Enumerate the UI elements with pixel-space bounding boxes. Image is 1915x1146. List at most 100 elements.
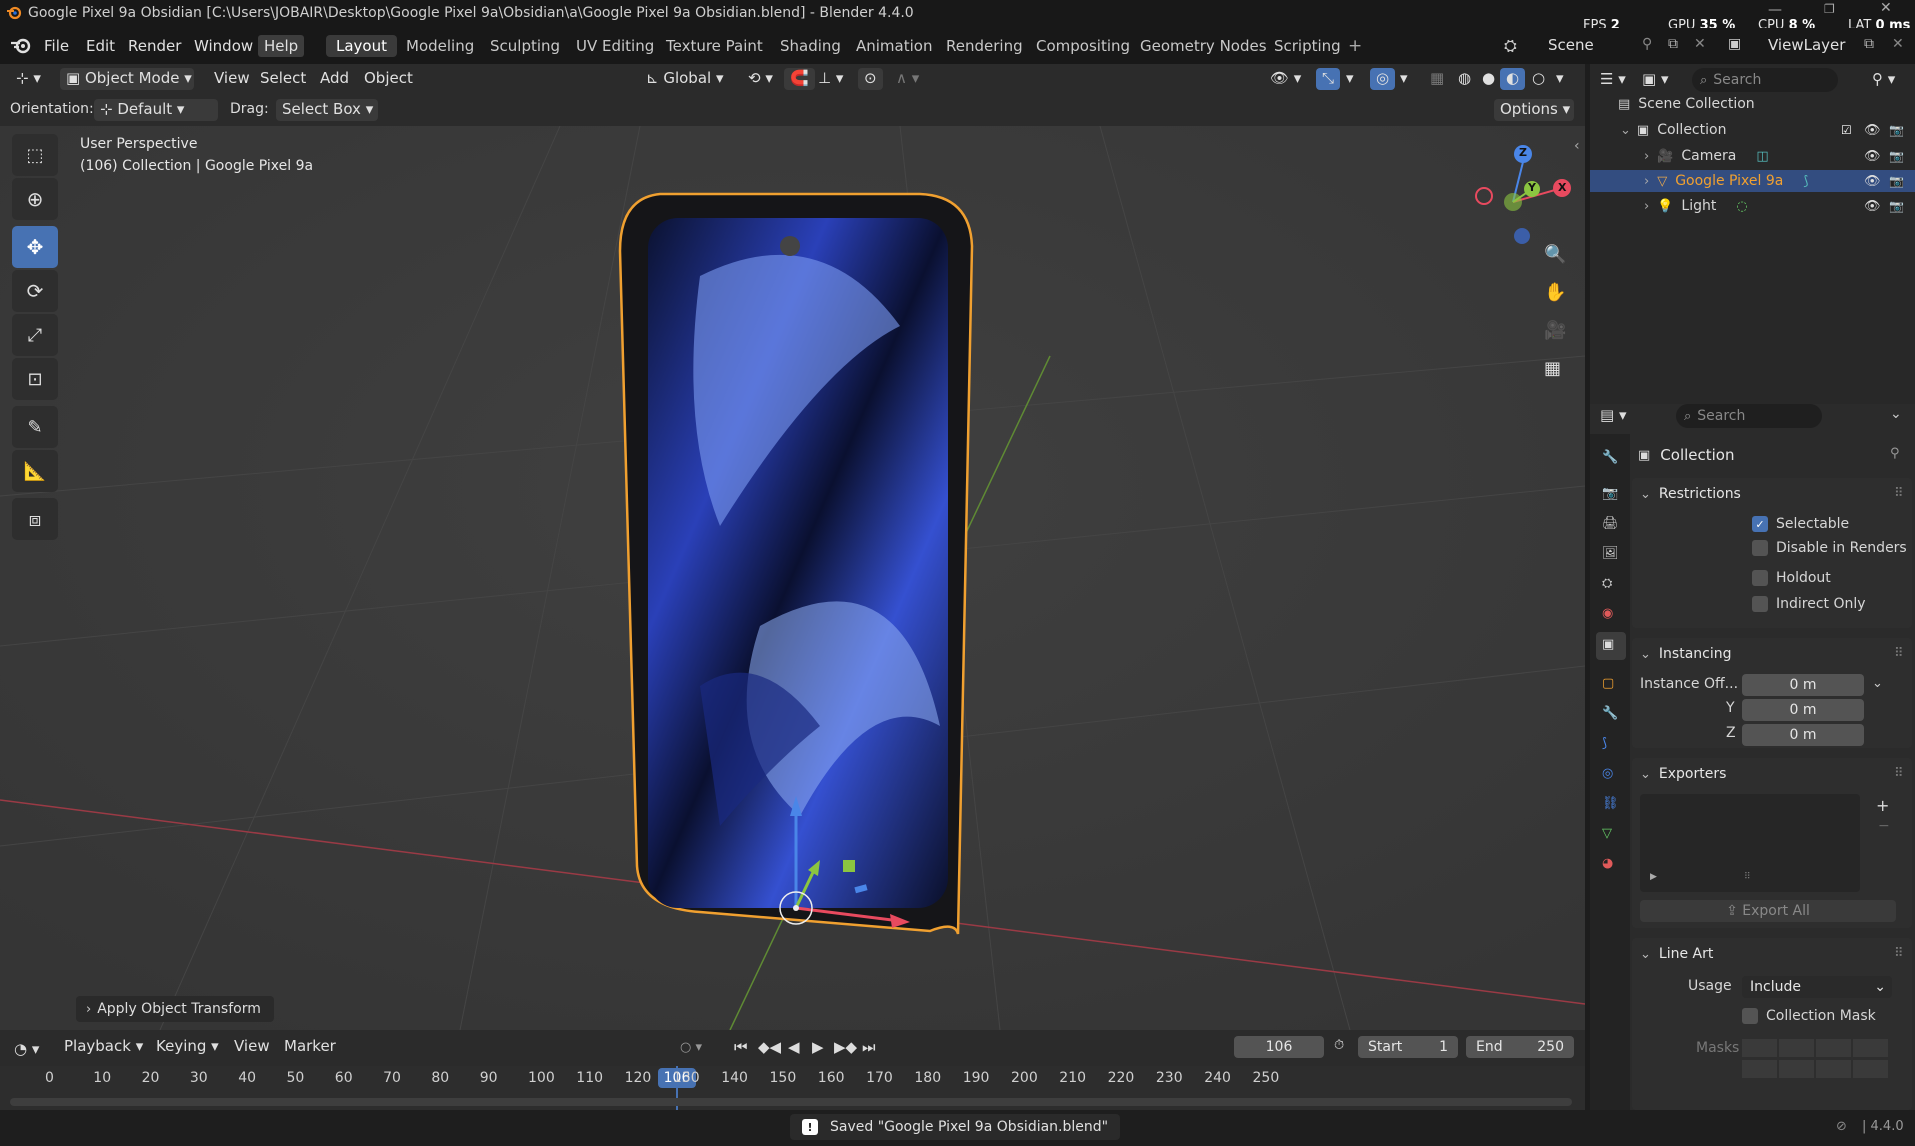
view-layer-tab-icon[interactable]: 🖼 [1602,546,1619,561]
3d-viewport[interactable]: User Perspective (106) Collection | Goog… [0,126,1585,1030]
overlay-toggle-icon[interactable]: ◎ [1370,68,1396,90]
tool-tab-icon[interactable]: 🔧 [1602,450,1618,465]
shading-dropdown-icon[interactable]: ▾ [1550,68,1570,90]
current-frame-field[interactable]: 106 [1234,1036,1324,1058]
scene-tab-icon[interactable]: ⛭ [1602,576,1612,591]
annotate-tool[interactable]: ✎ [12,406,58,448]
collection-row[interactable]: ⌄ ▣ Collection ☑ 👁 📷 [1590,120,1915,140]
physics-tab-icon[interactable]: ◎ [1602,766,1613,781]
holdout-row[interactable]: Holdout [1752,570,1831,586]
chevron-down-icon[interactable]: ⌄ [1872,676,1883,691]
mask-cell[interactable] [1779,1059,1814,1078]
xray-icon[interactable]: ▦ [1424,68,1450,90]
gizmo-dropdown-icon[interactable]: ▾ [1340,68,1360,90]
world-tab-icon[interactable]: ◉ [1602,606,1613,621]
usage-dropdown[interactable]: Include ⌄ [1742,976,1892,998]
tab-modeling[interactable]: Modeling [396,35,484,57]
menu-help[interactable]: Help [258,35,305,57]
outliner-editor-icon[interactable]: ☰ ▾ [1600,70,1626,88]
play-icon[interactable]: ▶ [812,1038,824,1056]
drag-handle-icon[interactable]: ⠿ [1894,946,1904,961]
tab-compositing[interactable]: Compositing [1026,35,1140,57]
maximize-icon[interactable]: ❐ [1824,2,1835,16]
indirect-only-checkbox[interactable] [1752,596,1768,612]
scene-icon[interactable]: ⛭ [1504,36,1517,56]
drag-handle-icon[interactable]: ⠿ [1894,646,1904,661]
delete-scene-icon[interactable]: ✕ [1694,36,1706,52]
solid-shading-icon[interactable]: ● [1476,68,1501,90]
tab-animation[interactable]: Animation [846,35,942,57]
data-tab-icon[interactable]: ▽ [1602,826,1612,841]
tab-texture-paint[interactable]: Texture Paint [656,35,773,57]
visibility-eye-icon[interactable]: 👁 [1864,174,1881,189]
menu-edit[interactable]: Edit [80,35,121,57]
next-keyframe-icon[interactable]: ▶◆ [834,1038,857,1056]
pivot-point-icon[interactable]: ⟲ ▾ [742,68,779,90]
pin-icon[interactable]: ⚲ [1642,36,1652,52]
marker-menu[interactable]: Marker [278,1036,342,1058]
mask-cell[interactable] [1816,1038,1851,1057]
render-camera-icon[interactable]: 📷 [1889,149,1904,163]
render-camera-icon[interactable]: 📷 [1889,174,1904,188]
material-preview-icon[interactable]: ◐ [1500,68,1526,90]
disable-in-renders-checkbox[interactable] [1752,540,1768,556]
last-operator-panel[interactable]: › Apply Object Transform [76,996,274,1022]
restrictions-header[interactable]: ⌄ Restrictions [1640,486,1741,502]
modifier-tab-icon[interactable]: 🔧 [1602,706,1618,721]
add-workspace-icon[interactable]: + [1348,36,1362,56]
list-expand-icon[interactable]: ▶ [1650,872,1657,882]
zoom-icon[interactable]: 🔍 [1544,244,1566,265]
scene-name[interactable]: Scene [1548,36,1594,54]
drag-dropdown[interactable]: Select Box ▾ [276,99,378,121]
material-tab-icon[interactable]: ◕ [1602,856,1613,871]
ortho-toggle-icon[interactable]: ▦ [1544,358,1561,379]
visibility-eye-icon[interactable]: 👁 [1864,123,1881,138]
exporters-list[interactable]: ▶ ⠿ [1640,794,1860,892]
minimize-icon[interactable]: — [1768,2,1782,18]
output-tab-icon[interactable]: 🖨 [1602,516,1619,531]
remove-exporter-icon[interactable]: − [1878,818,1890,834]
pin-icon[interactable]: ⚲ [1890,446,1900,461]
overlay-dropdown-icon[interactable]: ▾ [1394,68,1414,90]
add-exporter-icon[interactable]: + [1876,796,1889,815]
rotate-tool[interactable]: ⟳ [12,270,58,312]
tab-layout[interactable]: Layout [326,35,397,57]
visibility-eye-icon[interactable]: 👁 [1864,199,1881,214]
instance-offset-x-field[interactable]: 0 m [1742,674,1864,696]
rendered-shading-icon[interactable]: ○ [1526,68,1551,90]
instance-offset-z-field[interactable]: 0 m [1742,724,1864,746]
wireframe-shading-icon[interactable]: ◍ [1452,68,1477,90]
editor-type-icon[interactable]: ⊹ ▾ [10,68,47,90]
object-tab-icon[interactable]: ▢ [1602,676,1614,691]
instance-offset-y-field[interactable]: 0 m [1742,699,1864,721]
timeline-editor-icon[interactable]: ◔ ▾ [14,1040,39,1058]
exclude-checkbox-icon[interactable]: ☑ [1841,123,1852,137]
snap-target-icon[interactable]: ⊥ ▾ [812,68,849,90]
menu-view[interactable]: View [208,68,256,90]
mask-cell[interactable] [1742,1038,1777,1057]
snap-icon[interactable]: 🧲 [784,68,815,90]
properties-search[interactable]: ⌕ Search [1676,404,1822,428]
proportional-edit-icon[interactable]: ⊙ [858,68,883,90]
chevron-right-icon[interactable]: › [1644,149,1649,164]
outliner-item-google-pixel-9a[interactable]: › ▽ Google Pixel 9a ⟆ 👁 📷 [1590,170,1915,192]
selectable-checkbox-row[interactable]: ✓ Selectable [1752,516,1849,532]
list-resize-handle-icon[interactable]: ⠿ [1744,872,1751,882]
tab-scripting[interactable]: Scripting [1264,35,1351,57]
new-scene-icon[interactable]: ⧉ [1668,36,1678,52]
add-cube-tool[interactable]: ⧈ [12,498,58,540]
exporters-header[interactable]: ⌄ Exporters [1640,766,1726,782]
mask-cell[interactable] [1853,1059,1888,1078]
falloff-icon[interactable]: ∧ ▾ [890,68,925,90]
play-reverse-icon[interactable]: ◀ [788,1038,800,1056]
menu-file[interactable]: File [38,35,75,57]
export-all-button[interactable]: ⇪ Export All [1640,900,1896,922]
delete-view-layer-icon[interactable]: ✕ [1892,36,1904,52]
close-icon[interactable]: ✕ [1880,0,1892,16]
measure-tool[interactable]: 📐 [12,450,58,492]
properties-editor-icon[interactable]: ▤ ▾ [1600,406,1626,424]
drag-handle-icon[interactable]: ⠿ [1894,486,1904,501]
collection-tab[interactable]: ▣ [1596,632,1626,660]
menu-add[interactable]: Add [314,68,355,90]
instancing-header[interactable]: ⌄ Instancing [1640,646,1732,662]
